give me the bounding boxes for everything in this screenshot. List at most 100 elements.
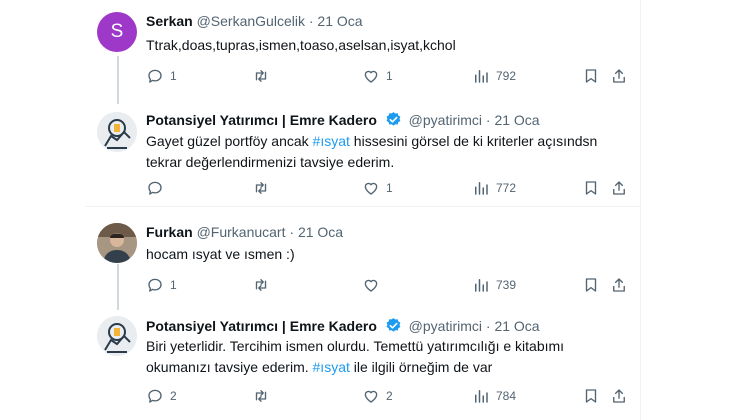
- avatar-letter: S: [110, 21, 124, 42]
- tweet-text-part: Gayet güzel portföy ancak: [146, 133, 313, 149]
- author-handle[interactable]: @SerkanGulcelik: [197, 13, 305, 29]
- views-icon: [475, 182, 488, 195]
- tweet-date[interactable]: 21 Oca: [317, 13, 362, 29]
- reply-icon: [148, 69, 162, 83]
- views-button[interactable]: 772: [472, 178, 516, 198]
- like-icon: [364, 390, 378, 403]
- reply-button[interactable]: 1: [146, 66, 177, 86]
- reply-button[interactable]: 1: [146, 275, 177, 295]
- like-button[interactable]: 1: [362, 178, 393, 198]
- dot-separator: ·: [289, 224, 295, 240]
- like-icon: [364, 70, 378, 83]
- views-count: 792: [496, 69, 517, 83]
- share-icon: [613, 69, 625, 83]
- dot-separator: ·: [485, 318, 491, 334]
- author-name[interactable]: Serkan: [146, 13, 193, 29]
- author-handle[interactable]: @pyatirimci: [409, 318, 482, 334]
- views-count: 772: [496, 181, 517, 195]
- reply-icon: [148, 181, 162, 195]
- timeline-column-border: [640, 0, 641, 420]
- views-button[interactable]: 792: [472, 66, 516, 86]
- tweet-text: hocam ısyat ve ısmen :): [146, 246, 295, 262]
- views-button[interactable]: 784: [472, 386, 516, 406]
- like-count: 2: [386, 389, 393, 403]
- avatar[interactable]: [97, 112, 137, 152]
- share-icon: [613, 389, 625, 403]
- author-name[interactable]: Potansiyel Yatırımcı | Emre Kadero: [146, 318, 377, 334]
- tweet-header: Potansiyel Yatırımcı | Emre Kadero @pyat…: [146, 317, 540, 334]
- author-name[interactable]: Potansiyel Yatırımcı | Emre Kadero: [146, 112, 377, 128]
- tweet-date[interactable]: 21 Oca: [298, 224, 343, 240]
- tweet[interactable]: Furkan @Furkanucart · 21 Oca hocam ısyat…: [0, 207, 640, 310]
- dot-separator: ·: [308, 13, 314, 29]
- author-handle[interactable]: @pyatirimci: [409, 112, 482, 128]
- tweet[interactable]: Potansiyel Yatırımcı | Emre Kadero @pyat…: [0, 310, 640, 420]
- like-button[interactable]: [362, 275, 386, 295]
- avatar[interactable]: [97, 316, 137, 356]
- tweet-header: Potansiyel Yatırımcı | Emre Kadero @pyat…: [146, 111, 540, 128]
- share-button[interactable]: [610, 66, 628, 86]
- user-avatar-icon: [97, 223, 137, 263]
- reply-button[interactable]: [146, 178, 170, 198]
- share-button[interactable]: [610, 275, 628, 295]
- tweet-header: Serkan @SerkanGulcelik · 21 Oca: [146, 13, 363, 29]
- tweet-text: Gayet güzel portföy ancak #ısyat hissesi…: [146, 131, 616, 173]
- tweet-date[interactable]: 21 Oca: [494, 112, 539, 128]
- share-icon: [613, 181, 625, 195]
- dot-separator: ·: [485, 112, 491, 128]
- retweet-button[interactable]: [252, 275, 276, 295]
- share-icon: [613, 278, 625, 292]
- author-name[interactable]: Furkan: [146, 224, 193, 240]
- like-count: 1: [386, 181, 393, 195]
- investor-avatar-icon: [97, 112, 137, 152]
- avatar[interactable]: S: [97, 12, 137, 52]
- retweet-icon: [255, 70, 267, 82]
- reply-icon: [148, 278, 162, 292]
- tweet[interactable]: Potansiyel Yatırımcı | Emre Kadero @pyat…: [0, 104, 640, 206]
- bookmark-button[interactable]: [582, 275, 600, 295]
- author-handle[interactable]: @Furkanucart: [197, 224, 286, 240]
- action-bar: 2 2 784: [146, 386, 626, 406]
- views-icon: [475, 70, 488, 83]
- retweet-button[interactable]: [252, 386, 276, 406]
- retweet-button[interactable]: [252, 178, 276, 198]
- like-count: 1: [386, 69, 393, 83]
- share-button[interactable]: [610, 178, 628, 198]
- views-count: 739: [496, 278, 517, 292]
- tweet-date[interactable]: 21 Oca: [494, 318, 539, 334]
- like-button[interactable]: 2: [362, 386, 393, 406]
- tweet-text: Biri yeterlidir. Tercihim ismen olurdu. …: [146, 336, 616, 378]
- like-icon: [364, 182, 378, 195]
- bookmark-icon: [585, 278, 597, 292]
- tweet[interactable]: S Serkan @SerkanGulcelik · 21 Oca Ttrak,…: [0, 0, 640, 104]
- views-icon: [475, 279, 488, 292]
- tweet-header: Furkan @Furkanucart · 21 Oca: [146, 224, 343, 240]
- reply-count: 2: [170, 389, 177, 403]
- reply-button[interactable]: 2: [146, 386, 177, 406]
- reply-count: 1: [170, 69, 177, 83]
- tweet-text: Ttrak,doas,tupras,ismen,toaso,aselsan,is…: [146, 37, 456, 53]
- share-button[interactable]: [610, 386, 628, 406]
- views-button[interactable]: 739: [472, 275, 516, 295]
- bookmark-icon: [585, 69, 597, 83]
- bookmark-button[interactable]: [582, 386, 600, 406]
- bookmark-button[interactable]: [582, 66, 600, 86]
- verified-badge-icon: [386, 112, 401, 126]
- action-bar: 1 772: [146, 178, 626, 198]
- bookmark-icon: [585, 181, 597, 195]
- action-bar: 1 739: [146, 275, 626, 295]
- reply-icon: [148, 389, 162, 403]
- verified-badge-icon: [386, 318, 401, 332]
- hashtag-link[interactable]: #ısyat: [313, 359, 350, 375]
- like-button[interactable]: 1: [362, 66, 393, 86]
- tweet-text-part: ile ilgili örneğim de var: [349, 359, 493, 375]
- reply-count: 1: [170, 278, 177, 292]
- retweet-button[interactable]: [252, 66, 276, 86]
- bookmark-button[interactable]: [582, 178, 600, 198]
- views-count: 784: [496, 389, 517, 403]
- hashtag-link[interactable]: #ısyat: [313, 133, 350, 149]
- avatar[interactable]: [97, 223, 137, 263]
- retweet-icon: [255, 390, 267, 402]
- action-bar: 1 1 792: [146, 66, 626, 86]
- like-icon: [364, 279, 378, 292]
